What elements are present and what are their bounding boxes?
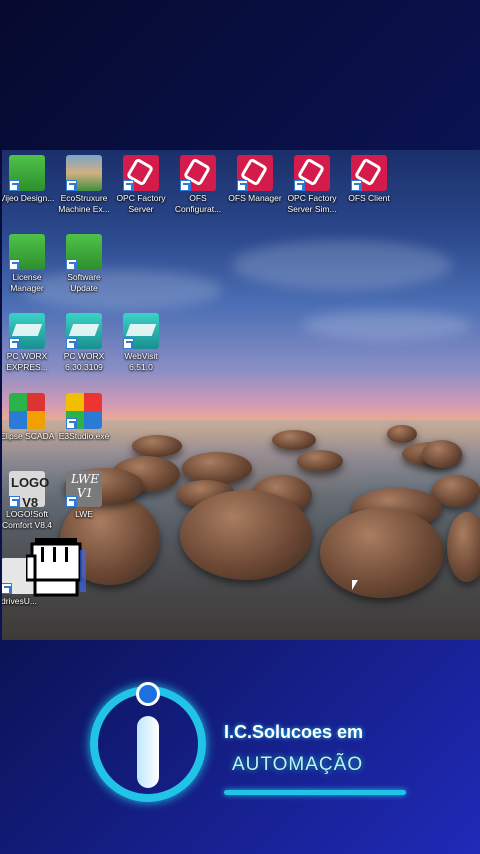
shortcut-arrow-icon	[294, 180, 305, 191]
shortcut-arrow-icon	[9, 338, 20, 349]
rock	[182, 452, 252, 484]
icon-label: PC WORX 6.30.3109	[63, 351, 105, 372]
e3studio-icon	[66, 393, 102, 429]
ofs-manager-icon	[237, 155, 273, 191]
desktop-icon-webvisit[interactable]: WebVisit 6.51.0	[112, 313, 170, 372]
shortcut-arrow-icon	[9, 180, 20, 191]
shortcut-arrow-icon	[9, 496, 20, 507]
icon-label: OFS Manager	[228, 193, 282, 203]
desktop-icon-ecostruxure[interactable]: EcoStruxure Machine Ex...	[55, 155, 113, 214]
desktop-icon-pc-worx[interactable]: PC WORX 6.30.3109	[55, 313, 113, 372]
shortcut-arrow-icon	[66, 180, 77, 191]
shortcut-arrow-icon	[351, 180, 362, 191]
opc-factory-server-sim-icon	[294, 155, 330, 191]
rock	[132, 435, 182, 457]
icon-label: Vijeo Design...	[2, 193, 55, 203]
vijeo-designer-icon	[9, 155, 45, 191]
icon-label: E3Studio.exe	[58, 431, 110, 441]
license-manager-icon	[9, 234, 45, 270]
desktop-icon-ofs-manager[interactable]: OFS Manager	[226, 155, 284, 204]
logo-soft-glyph: LOGO V8	[11, 475, 50, 510]
logo-bar-icon	[137, 716, 159, 788]
icon-label: LWE	[75, 509, 93, 519]
brand-name: I.C.Solucoes em	[224, 722, 364, 742]
shortcut-arrow-icon	[237, 180, 248, 191]
shortcut-arrow-icon	[66, 338, 77, 349]
ofs-client-icon	[351, 155, 387, 191]
desktop-icon-ofs-client[interactable]: OFS Client	[340, 155, 398, 204]
shortcut-arrow-icon	[9, 259, 20, 270]
desktop-icon-elipse-scada[interactable]: Elipse SCADA	[2, 393, 56, 442]
desktop-icon-logo-soft[interactable]: LOGO V8 LOGO!Soft Comfort V8.4	[2, 471, 56, 530]
icon-label: OPC Factory Server	[116, 193, 166, 214]
lwe-icon: LWE V1	[66, 471, 102, 507]
elipse-scada-icon	[9, 393, 45, 429]
desktop-icon-opc-factory-server[interactable]: OPC Factory Server	[112, 155, 170, 214]
ofs-configurator-icon	[180, 155, 216, 191]
shortcut-arrow-icon	[66, 259, 77, 270]
icon-label: WebVisit 6.51.0	[124, 351, 158, 372]
shortcut-arrow-icon	[66, 418, 77, 429]
pc-worx-express-icon	[9, 313, 45, 349]
software-update-icon	[66, 234, 102, 270]
desktop-icon-license-manager[interactable]: License Manager	[2, 234, 56, 293]
shortcut-arrow-icon	[180, 180, 191, 191]
icon-label: OPC Factory Server Sim...	[287, 193, 337, 214]
desktop-icon-e3studio[interactable]: E3Studio.exe	[55, 393, 113, 442]
icon-label: OFS Configurat...	[174, 193, 222, 214]
rock	[387, 425, 417, 443]
opc-factory-server-icon	[123, 155, 159, 191]
ecostruxure-icon	[66, 155, 102, 191]
logo-soft-icon: LOGO V8	[9, 471, 49, 510]
icon-label: OFS Client	[348, 193, 390, 203]
hand-cursor-icon	[26, 538, 86, 597]
desktop-icon-ofs-configurator[interactable]: OFS Configurat...	[169, 155, 227, 214]
icon-label: Software Update	[67, 272, 101, 293]
icon-label: PC WORX EXPRES...	[6, 351, 48, 372]
brand-tagline: AUTOMAÇÃO	[232, 754, 364, 775]
rock	[272, 430, 316, 450]
rock	[422, 440, 462, 468]
shortcut-arrow-icon	[2, 583, 12, 594]
shortcut-arrow-icon	[66, 496, 77, 507]
desktop-icon-opc-factory-server-sim[interactable]: OPC Factory Server Sim...	[283, 155, 341, 214]
desktop-icon-lwe[interactable]: LWE V1 LWE	[55, 471, 113, 520]
rock	[297, 450, 343, 472]
shortcut-arrow-icon	[123, 180, 134, 191]
rock	[320, 508, 444, 598]
webvisit-icon	[123, 313, 159, 349]
icon-label: License Manager	[10, 272, 44, 293]
desktop-icon-pc-worx-express[interactable]: PC WORX EXPRES...	[2, 313, 56, 372]
desktop-icon-vijeo[interactable]: Vijeo Design...	[2, 155, 56, 204]
desktop-icon-software-update[interactable]: Software Update	[55, 234, 113, 293]
logo-dot-icon	[136, 682, 160, 706]
mouse-cursor-icon	[352, 580, 358, 590]
pc-worx-icon	[66, 313, 102, 349]
brand-underline	[224, 790, 406, 795]
icon-label: Elipse SCADA	[2, 431, 55, 441]
rock	[180, 490, 312, 580]
rock	[447, 512, 480, 582]
icon-label: EcoStruxure Machine Ex...	[58, 193, 110, 214]
brand-logo: I.C.Solucoes em AUTOMAÇÃO	[84, 680, 414, 810]
shortcut-arrow-icon	[123, 338, 134, 349]
